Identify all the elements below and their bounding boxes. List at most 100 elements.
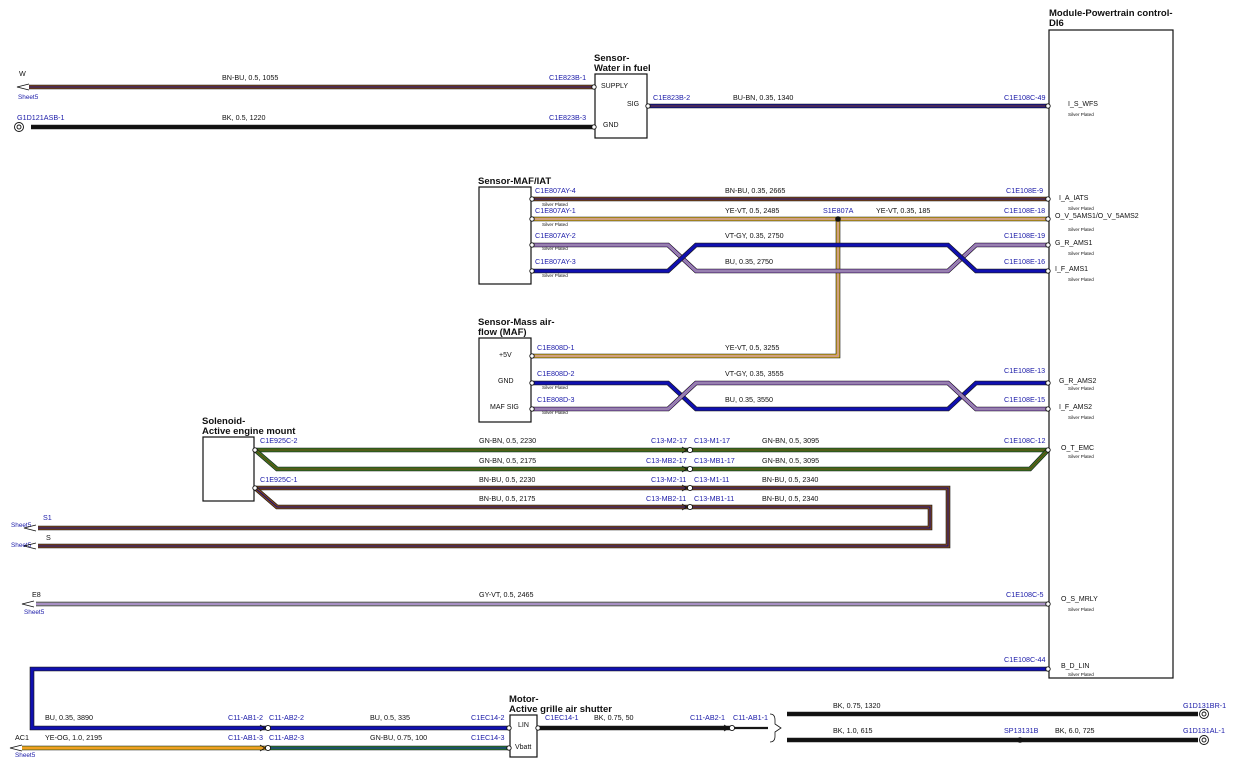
wire-spec: BN-BU, 0.5, 2340 [762, 494, 818, 503]
connector-label[interactable]: C1E807AY-1 [535, 206, 576, 215]
connector-label[interactable]: C11-AB2-2 [269, 713, 304, 722]
wire-base[interactable] [38, 505, 932, 530]
inline-connector [686, 446, 694, 454]
wire-bn-bu-3[interactable] [253, 486, 690, 510]
connector-pin [1045, 406, 1051, 412]
wire-base[interactable] [690, 448, 1050, 471]
connector-label[interactable]: C11-AB1-3 [228, 733, 263, 742]
wire-stripe[interactable] [254, 487, 690, 508]
pcm-pin-label: O_T_EMC [1061, 445, 1094, 452]
wire-base[interactable] [253, 486, 690, 509]
connector-pin [1045, 196, 1051, 202]
connector-label[interactable]: C13-MB2-17 [646, 456, 687, 465]
powertrain-control-module[interactable]: Module-Powertrain control- DI6 [1048, 8, 1174, 679]
wire-sub: Silver Plated [542, 222, 568, 227]
connector-label[interactable]: C13-M1-17 [694, 436, 730, 445]
connector-label[interactable]: C1E108C-5 [1006, 590, 1044, 599]
connector-label[interactable]: C13-MB1-17 [694, 456, 735, 465]
connector-label[interactable]: C1EC14-1 [545, 713, 579, 722]
wire-outline[interactable] [690, 448, 1050, 472]
connector-label[interactable]: C1EC14-2 [471, 713, 505, 722]
grille-shutter-motor[interactable]: Motor- Active grille air shutter LIN Vba… [509, 694, 612, 758]
connector-pin [252, 447, 258, 453]
connector-label[interactable]: C1E808D-1 [537, 343, 575, 352]
wire-base[interactable] [532, 219, 840, 358]
connector-label[interactable]: G1D131BR-1 [1183, 701, 1226, 710]
pcm-pin-label: O_V_5AMS1/O_V_5AMS2 [1055, 213, 1139, 220]
wire-outline[interactable] [253, 486, 690, 510]
connector-pin [529, 196, 535, 202]
pcm-title-line1: Module-Powertrain control- [1049, 8, 1173, 19]
wire-outline[interactable] [38, 504, 933, 531]
connector-pin [1045, 103, 1051, 109]
connector-label[interactable]: C1E108E-13 [1004, 366, 1045, 375]
ground-symbol-inner [1201, 737, 1207, 743]
connector-pin [1045, 601, 1051, 607]
connector-label[interactable]: C1E808D-2 [537, 369, 575, 378]
connector-label[interactable]: C13-M2-17 [651, 436, 687, 445]
connector-label[interactable]: C1E108E-9 [1006, 186, 1043, 195]
connector-label[interactable]: C1E807AY-3 [535, 257, 576, 266]
connector-label[interactable]: C1E108E-19 [1004, 231, 1045, 240]
connector-label[interactable]: C1E823B-3 [549, 113, 586, 122]
connector-pin [645, 103, 651, 109]
splice-label[interactable]: S1E807A [823, 206, 854, 215]
pcm-pin-label: I_A_IATS [1059, 195, 1089, 202]
connector-pin [591, 84, 597, 90]
connector-label[interactable]: C1E925C-1 [260, 475, 298, 484]
connector-label[interactable]: C13-M2-11 [651, 475, 686, 484]
splice-label[interactable]: SP13131B [1004, 726, 1039, 735]
offsheet-sheet[interactable]: Sheet5 [24, 609, 45, 616]
wire-bn-bu-4[interactable] [38, 504, 933, 531]
connector-label[interactable]: C1EC14-3 [471, 733, 505, 742]
wire-stripe[interactable] [690, 449, 1049, 470]
wire-stripe[interactable] [532, 219, 839, 357]
connector-label[interactable]: C1E807AY-2 [535, 231, 576, 240]
wire-ye-vt-maf[interactable] [532, 219, 841, 359]
offsheet-refs: W Sheet5 S1 Sheet5 S Sheet5 E8 Sheet5 AC… [11, 69, 65, 759]
wire-outline[interactable] [532, 219, 841, 359]
connector-label[interactable]: C1E925C-2 [260, 436, 298, 445]
wire-outline[interactable] [253, 448, 690, 472]
offsheet-sheet[interactable]: Sheet5 [15, 752, 36, 759]
connector-label[interactable]: C1E108C-12 [1004, 436, 1046, 445]
offsheet-arrow [9, 744, 23, 752]
connector-label[interactable]: C11-AB1-2 [228, 713, 263, 722]
connector-label[interactable]: C1E108E-15 [1004, 395, 1045, 404]
offsheet-sheet[interactable]: Sheet5 [18, 94, 39, 101]
wire-stripe[interactable] [254, 449, 690, 470]
pcm-pin-sub: Silver Plated [1068, 112, 1094, 117]
wire-gn-bn-4[interactable] [690, 448, 1050, 472]
wire-gn-bn-3[interactable] [253, 448, 690, 472]
connector-label[interactable]: C1E108C-49 [1004, 93, 1046, 102]
wire-spec: YE-VT, 0.5, 3255 [725, 343, 779, 352]
connector-label[interactable]: C11-AB2-1 [690, 713, 725, 722]
connector-label[interactable]: C1E108E-16 [1004, 257, 1045, 266]
wire-bu-lin-1[interactable] [29, 666, 1048, 731]
connector-pin [252, 485, 258, 491]
offsheet-sheet[interactable]: Sheet5 [11, 522, 32, 529]
connector-label[interactable]: C1E823B-1 [549, 73, 586, 82]
connector-label[interactable]: C1E807AY-4 [535, 186, 576, 195]
splice-dot [1017, 737, 1023, 743]
connector-label[interactable]: C11-AB1-1 [733, 713, 768, 722]
wire-outline[interactable] [29, 666, 1048, 731]
connector-label[interactable]: C13-MB2-11 [646, 494, 686, 503]
connector-label[interactable]: C11-AB2-3 [269, 733, 304, 742]
wire-base[interactable] [253, 448, 690, 471]
connector-label[interactable]: C1E108E-18 [1004, 206, 1045, 215]
wire-spec: YE-OG, 1.0, 2195 [45, 733, 102, 742]
connector-pin [1045, 268, 1051, 274]
wire-base[interactable] [30, 667, 1048, 730]
connector-label[interactable]: G1D131AL-1 [1183, 726, 1225, 735]
water-in-fuel-sensor[interactable]: Sensor- Water in fuel SUPPLY SIG GND [594, 53, 651, 139]
connector-label[interactable]: C1E808D-3 [537, 395, 575, 404]
connector-pin [591, 124, 597, 130]
connector-label[interactable]: C1E823B-2 [653, 93, 690, 102]
connector-label[interactable]: C1E108C-44 [1004, 655, 1046, 664]
connector-label[interactable]: C13-M1-11 [694, 475, 729, 484]
wire-spec: BU, 0.5, 335 [370, 713, 410, 722]
wire-stripe[interactable] [38, 506, 931, 529]
connector-label[interactable]: C13-MB1-11 [694, 494, 734, 503]
offsheet-sheet[interactable]: Sheet5 [11, 542, 32, 549]
